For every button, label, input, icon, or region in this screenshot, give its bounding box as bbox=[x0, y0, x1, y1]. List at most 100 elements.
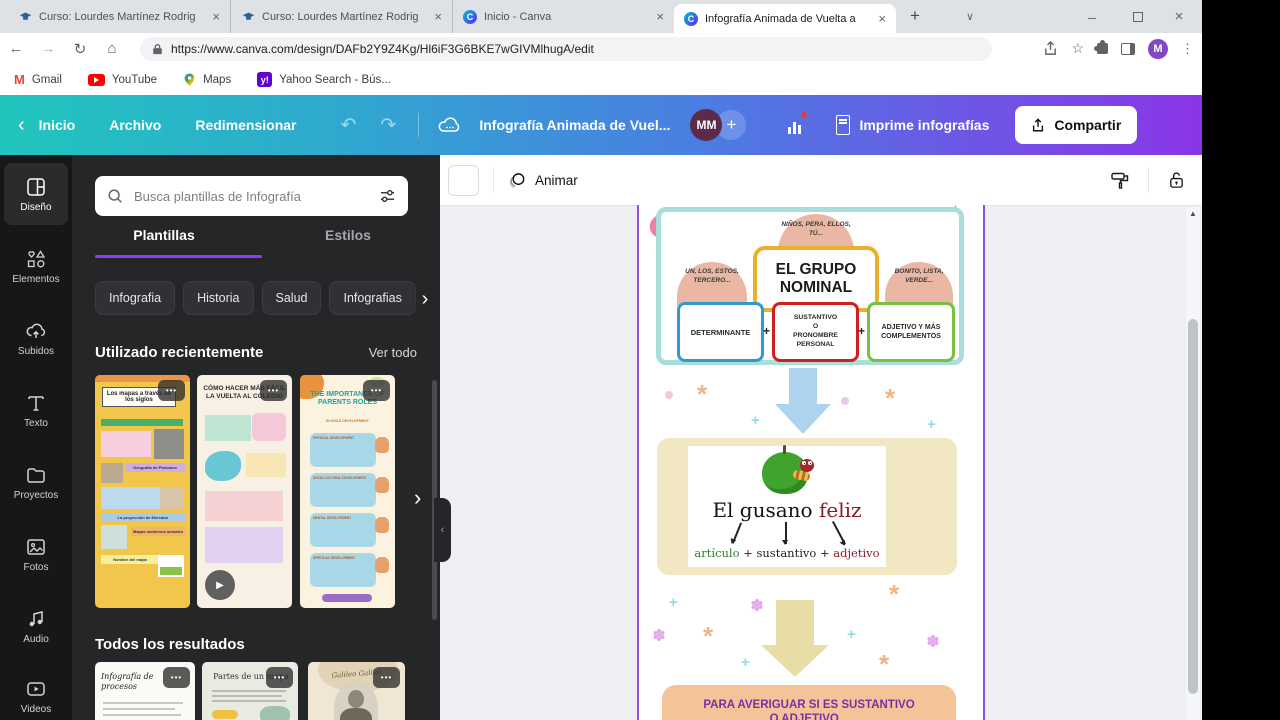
home-icon[interactable]: ⌂ bbox=[96, 40, 128, 57]
menu-archivo[interactable]: Archivo bbox=[109, 117, 161, 133]
canvas-scrollbar[interactable]: ▲ bbox=[1186, 207, 1200, 720]
youtube-icon bbox=[87, 73, 105, 86]
pointer-arrow bbox=[782, 522, 788, 545]
chip-infografia[interactable]: Infografia bbox=[95, 281, 176, 315]
document-title[interactable]: Infografía Animada de Vuel... bbox=[479, 117, 670, 133]
sidebar-item-audio[interactable]: Audio bbox=[4, 595, 68, 657]
tab-estilos[interactable]: Estilos bbox=[256, 227, 440, 255]
tab-close-icon[interactable]: × bbox=[210, 9, 222, 24]
filter-icon[interactable] bbox=[379, 188, 396, 204]
sidebar-item-texto[interactable]: Texto bbox=[4, 379, 68, 441]
tab-close-icon[interactable]: × bbox=[432, 9, 444, 24]
grupo-nominal-card[interactable]: NIÑOS, PERA, ELLOS, TÚ... UN, LOS, ESTOS… bbox=[656, 207, 964, 365]
browser-tab[interactable]: Curso: Lourdes Martínez Rodrig × bbox=[230, 0, 452, 33]
undo-icon[interactable]: ↶ bbox=[341, 114, 357, 137]
window-minimize-icon[interactable]: – bbox=[1080, 0, 1104, 33]
text-icon bbox=[28, 395, 44, 411]
template-thumb-parents-roles[interactable]: THE IMPORTANCE OF PARENTS ROLES IN CHILD… bbox=[300, 375, 395, 608]
tab-close-icon[interactable]: × bbox=[654, 9, 666, 24]
user-avatar[interactable]: MM bbox=[690, 109, 723, 141]
template-thumb-vuelta-colegio[interactable]: CÓMO HACER MÁS FÁCIL LA VUELTA AL COLEGI… bbox=[197, 375, 292, 608]
template-thumb-mapas[interactable]: Los mapas a través de los siglos Geograf… bbox=[95, 375, 190, 608]
redo-icon[interactable]: ↷ bbox=[380, 114, 396, 137]
side-panel-icon[interactable] bbox=[1121, 42, 1135, 55]
page-color-swatch[interactable] bbox=[448, 164, 479, 196]
sidebar-item-label: Texto bbox=[24, 417, 48, 429]
insights-button[interactable] bbox=[774, 107, 814, 143]
see-all-link[interactable]: Ver todo bbox=[369, 345, 417, 360]
thumb-more-button[interactable]: ••• bbox=[266, 667, 293, 688]
sidebar-item-elementos[interactable]: Elementos bbox=[4, 235, 68, 297]
back-icon[interactable]: ← bbox=[0, 40, 32, 57]
window-close-icon[interactable]: × bbox=[1166, 0, 1192, 33]
panel-collapse-handle[interactable]: ‹ bbox=[434, 498, 451, 562]
address-bar[interactable]: https://www.canva.com/design/DAFb2Y9Z4Kg… bbox=[140, 37, 992, 61]
lock-icon[interactable] bbox=[1167, 170, 1186, 190]
template-thumb-procesos[interactable]: Infografía de procesos ••• bbox=[95, 662, 195, 720]
example-sentence: El gusano feliz bbox=[712, 498, 862, 522]
thumb-more-button[interactable]: ••• bbox=[373, 667, 400, 688]
share-icon[interactable] bbox=[1043, 41, 1058, 56]
sidebar-item-subidos[interactable]: Subidos bbox=[4, 307, 68, 369]
template-search[interactable] bbox=[95, 176, 408, 216]
chip-historia[interactable]: Historia bbox=[183, 281, 254, 315]
thumb-section: Nombre del mapa bbox=[101, 555, 159, 564]
chip-salud[interactable]: Salud bbox=[261, 281, 322, 315]
bookmark-gmail[interactable]: M Gmail bbox=[14, 72, 62, 87]
tab-close-icon[interactable]: × bbox=[876, 11, 888, 26]
reload-icon[interactable]: ↻ bbox=[64, 40, 96, 58]
template-thumb-partes-mapa[interactable]: Partes de un mapa ••• bbox=[202, 662, 298, 720]
browser-tab[interactable]: Curso: Lourdes Martínez Rodrig × bbox=[8, 0, 230, 33]
share-button[interactable]: Compartir bbox=[1015, 106, 1138, 144]
animate-button[interactable]: Animar bbox=[508, 171, 578, 190]
example-card[interactable]: El gusano feliz artículo + sustantivo + … bbox=[657, 438, 957, 575]
browser-tab[interactable]: C Inicio - Canva × bbox=[452, 0, 674, 33]
tab-plantillas[interactable]: Plantillas bbox=[72, 227, 256, 255]
browser-toolbar: ← → ↻ ⌂ https://www.canva.com/design/DAF… bbox=[0, 33, 1202, 64]
bookmark-youtube[interactable]: YouTube bbox=[87, 73, 157, 86]
browser-menu-icon[interactable]: ⋮ bbox=[1181, 41, 1194, 57]
new-tab-button[interactable]: + bbox=[910, 6, 920, 26]
plus-sign: + bbox=[763, 324, 771, 338]
search-input[interactable] bbox=[132, 187, 370, 205]
thumb-more-button[interactable]: ••• bbox=[363, 380, 390, 401]
maps-pin-icon bbox=[184, 73, 195, 86]
bookmark-maps[interactable]: Maps bbox=[183, 72, 231, 88]
carousel-next-icon[interactable]: › bbox=[414, 485, 421, 511]
window-restore-icon[interactable] bbox=[1126, 0, 1150, 33]
pointer-arrow bbox=[831, 521, 846, 545]
videos-icon bbox=[27, 681, 45, 696]
template-thumb-galileo[interactable]: Galileo Galilei ••• bbox=[308, 662, 405, 720]
back-chevron-icon[interactable]: ‹ bbox=[18, 114, 25, 137]
menu-inicio[interactable]: Inicio bbox=[39, 117, 76, 133]
thumb-more-button[interactable]: ••• bbox=[158, 380, 185, 401]
asterisk-decoration: * bbox=[879, 649, 890, 679]
bookmark-yahoo[interactable]: y! Yahoo Search - Bús... bbox=[257, 72, 391, 87]
sidebar-item-proyectos[interactable]: Proyectos bbox=[4, 451, 68, 513]
design-icon bbox=[27, 177, 45, 196]
note-box[interactable]: PARA AVERIGUAR SI ES SUSTANTIVO O ADJETI… bbox=[662, 685, 956, 720]
tab-search-icon[interactable]: ∨ bbox=[958, 0, 982, 33]
sidebar-item-fotos[interactable]: Fotos bbox=[4, 523, 68, 585]
bookmark-star-icon[interactable]: ☆ bbox=[1071, 40, 1084, 57]
design-page[interactable]: ★ ★ ★ NIÑOS, PERA, ELLOS, TÚ... UN, LOS,… bbox=[637, 205, 985, 720]
sidebar-item-diseno[interactable]: Diseño bbox=[4, 163, 68, 225]
paint-roller-icon[interactable] bbox=[1110, 170, 1130, 190]
sidebar-item-videos[interactable]: Videos bbox=[4, 665, 68, 720]
play-icon: ▶ bbox=[205, 570, 235, 600]
extensions-icon[interactable] bbox=[1094, 40, 1108, 54]
forward-icon[interactable]: → bbox=[32, 40, 64, 57]
canvas-body[interactable]: ★ ★ ★ NIÑOS, PERA, ELLOS, TÚ... UN, LOS,… bbox=[440, 205, 1202, 720]
browser-profile-avatar[interactable]: M bbox=[1148, 38, 1168, 59]
sidebar-item-label: Proyectos bbox=[13, 489, 59, 501]
thumb-more-button[interactable]: ••• bbox=[260, 380, 287, 401]
scroll-up-icon[interactable]: ▲ bbox=[1186, 209, 1200, 218]
chips-next-icon[interactable]: › bbox=[412, 285, 438, 313]
tab-title: Curso: Lourdes Martínez Rodrig bbox=[262, 10, 419, 23]
print-infographics-button[interactable]: Imprime infografías bbox=[836, 115, 989, 135]
browser-tab-active[interactable]: C Infografía Animada de Vuelta a × bbox=[674, 4, 896, 33]
chip-infografias[interactable]: Infografias bbox=[329, 281, 416, 315]
menu-redimensionar[interactable]: Redimensionar bbox=[195, 117, 296, 133]
scrollbar-thumb[interactable] bbox=[1188, 319, 1198, 694]
thumb-more-button[interactable]: ••• bbox=[163, 667, 190, 688]
